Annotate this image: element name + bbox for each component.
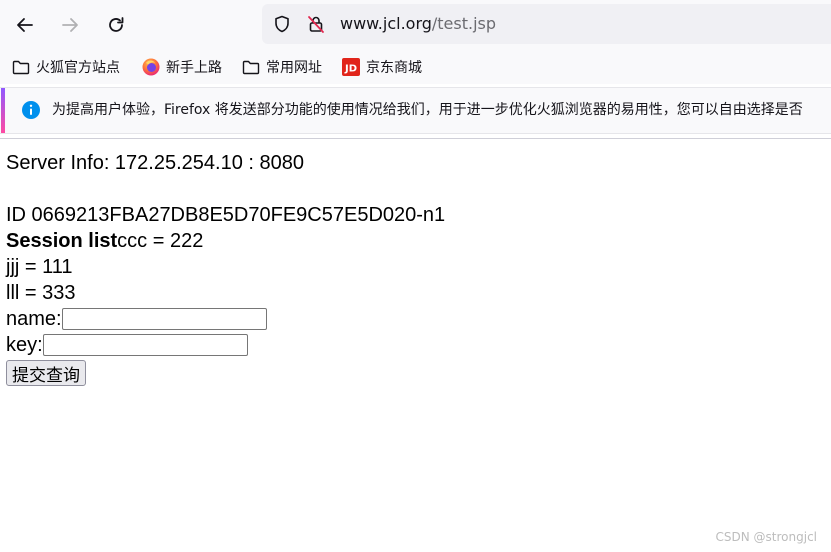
bookmark-label: 火狐官方站点	[36, 60, 120, 76]
notice-accent-strip	[1, 88, 5, 133]
line-break	[6, 176, 445, 202]
content-divider	[0, 138, 831, 139]
firefox-logo-icon	[141, 57, 161, 77]
url-bar[interactable]: www.jcl.org/test.jsp	[262, 4, 831, 44]
bookmark-label: 新手上路	[166, 60, 222, 76]
info-icon	[22, 101, 40, 119]
jd-logo-icon: JD	[341, 57, 361, 77]
bookmark-common-sites[interactable]: 常用网址	[241, 55, 322, 79]
session-id: ID 0669213FBA27DB8E5D70FE9C57E5D020-n1	[6, 204, 446, 226]
page-content: Server Info: 172.25.254.10 : 8080 ID 066…	[6, 150, 445, 388]
bookmark-label: 京东商城	[366, 60, 422, 76]
forward-button[interactable]	[54, 9, 86, 41]
svg-text:JD: JD	[344, 64, 357, 75]
notice-message: 为提高用户体验，Firefox 将发送部分功能的使用情况给我们，用于进一步优化火…	[52, 102, 803, 118]
watermark: CSDN @strongjcl	[715, 530, 817, 544]
browser-toolbar: www.jcl.org/test.jsp	[0, 0, 831, 50]
key-input[interactable]	[42, 334, 248, 356]
folder-icon	[241, 57, 261, 77]
insecure-lock-icon[interactable]	[306, 14, 326, 34]
session-attribute: lll = 333	[6, 282, 76, 304]
reload-button[interactable]	[100, 9, 132, 41]
bookmark-jd-mall[interactable]: JD 京东商城	[341, 55, 422, 79]
telemetry-notification-bar: 为提高用户体验，Firefox 将发送部分功能的使用情况给我们，用于进一步优化火…	[0, 87, 831, 134]
url-path: /test.jsp	[431, 14, 497, 33]
bookmark-firefox-official[interactable]: 火狐官方站点	[11, 55, 120, 79]
submit-button[interactable]: 提交查询	[6, 360, 86, 386]
server-info: Server Info: 172.25.254.10 : 8080	[6, 152, 304, 174]
url-host: www.jcl.org	[340, 14, 432, 33]
session-list-line: Session listccc = 222	[6, 228, 445, 254]
arrow-right-icon	[62, 18, 78, 32]
name-field-row: name:	[6, 306, 445, 332]
url-text[interactable]: www.jcl.org/test.jsp	[340, 4, 496, 44]
name-label: name:	[6, 308, 62, 330]
session-attribute: ccc = 222	[117, 230, 204, 252]
back-button[interactable]	[9, 9, 41, 41]
name-input[interactable]	[61, 308, 267, 330]
bookmark-label: 常用网址	[266, 60, 322, 76]
bookmark-getting-started[interactable]: 新手上路	[141, 55, 222, 79]
folder-icon	[11, 57, 31, 77]
session-list-heading: Session list	[6, 230, 118, 252]
key-label: key:	[6, 334, 43, 356]
key-field-row: key:	[6, 332, 445, 358]
session-attribute: jjj = 111	[6, 256, 73, 278]
arrow-left-icon	[17, 18, 33, 32]
reload-icon	[109, 17, 124, 32]
bookmarks-toolbar: 火狐官方站点 新手上路 常用网址 JD 京东商城	[0, 50, 831, 84]
shield-icon[interactable]	[272, 14, 292, 34]
